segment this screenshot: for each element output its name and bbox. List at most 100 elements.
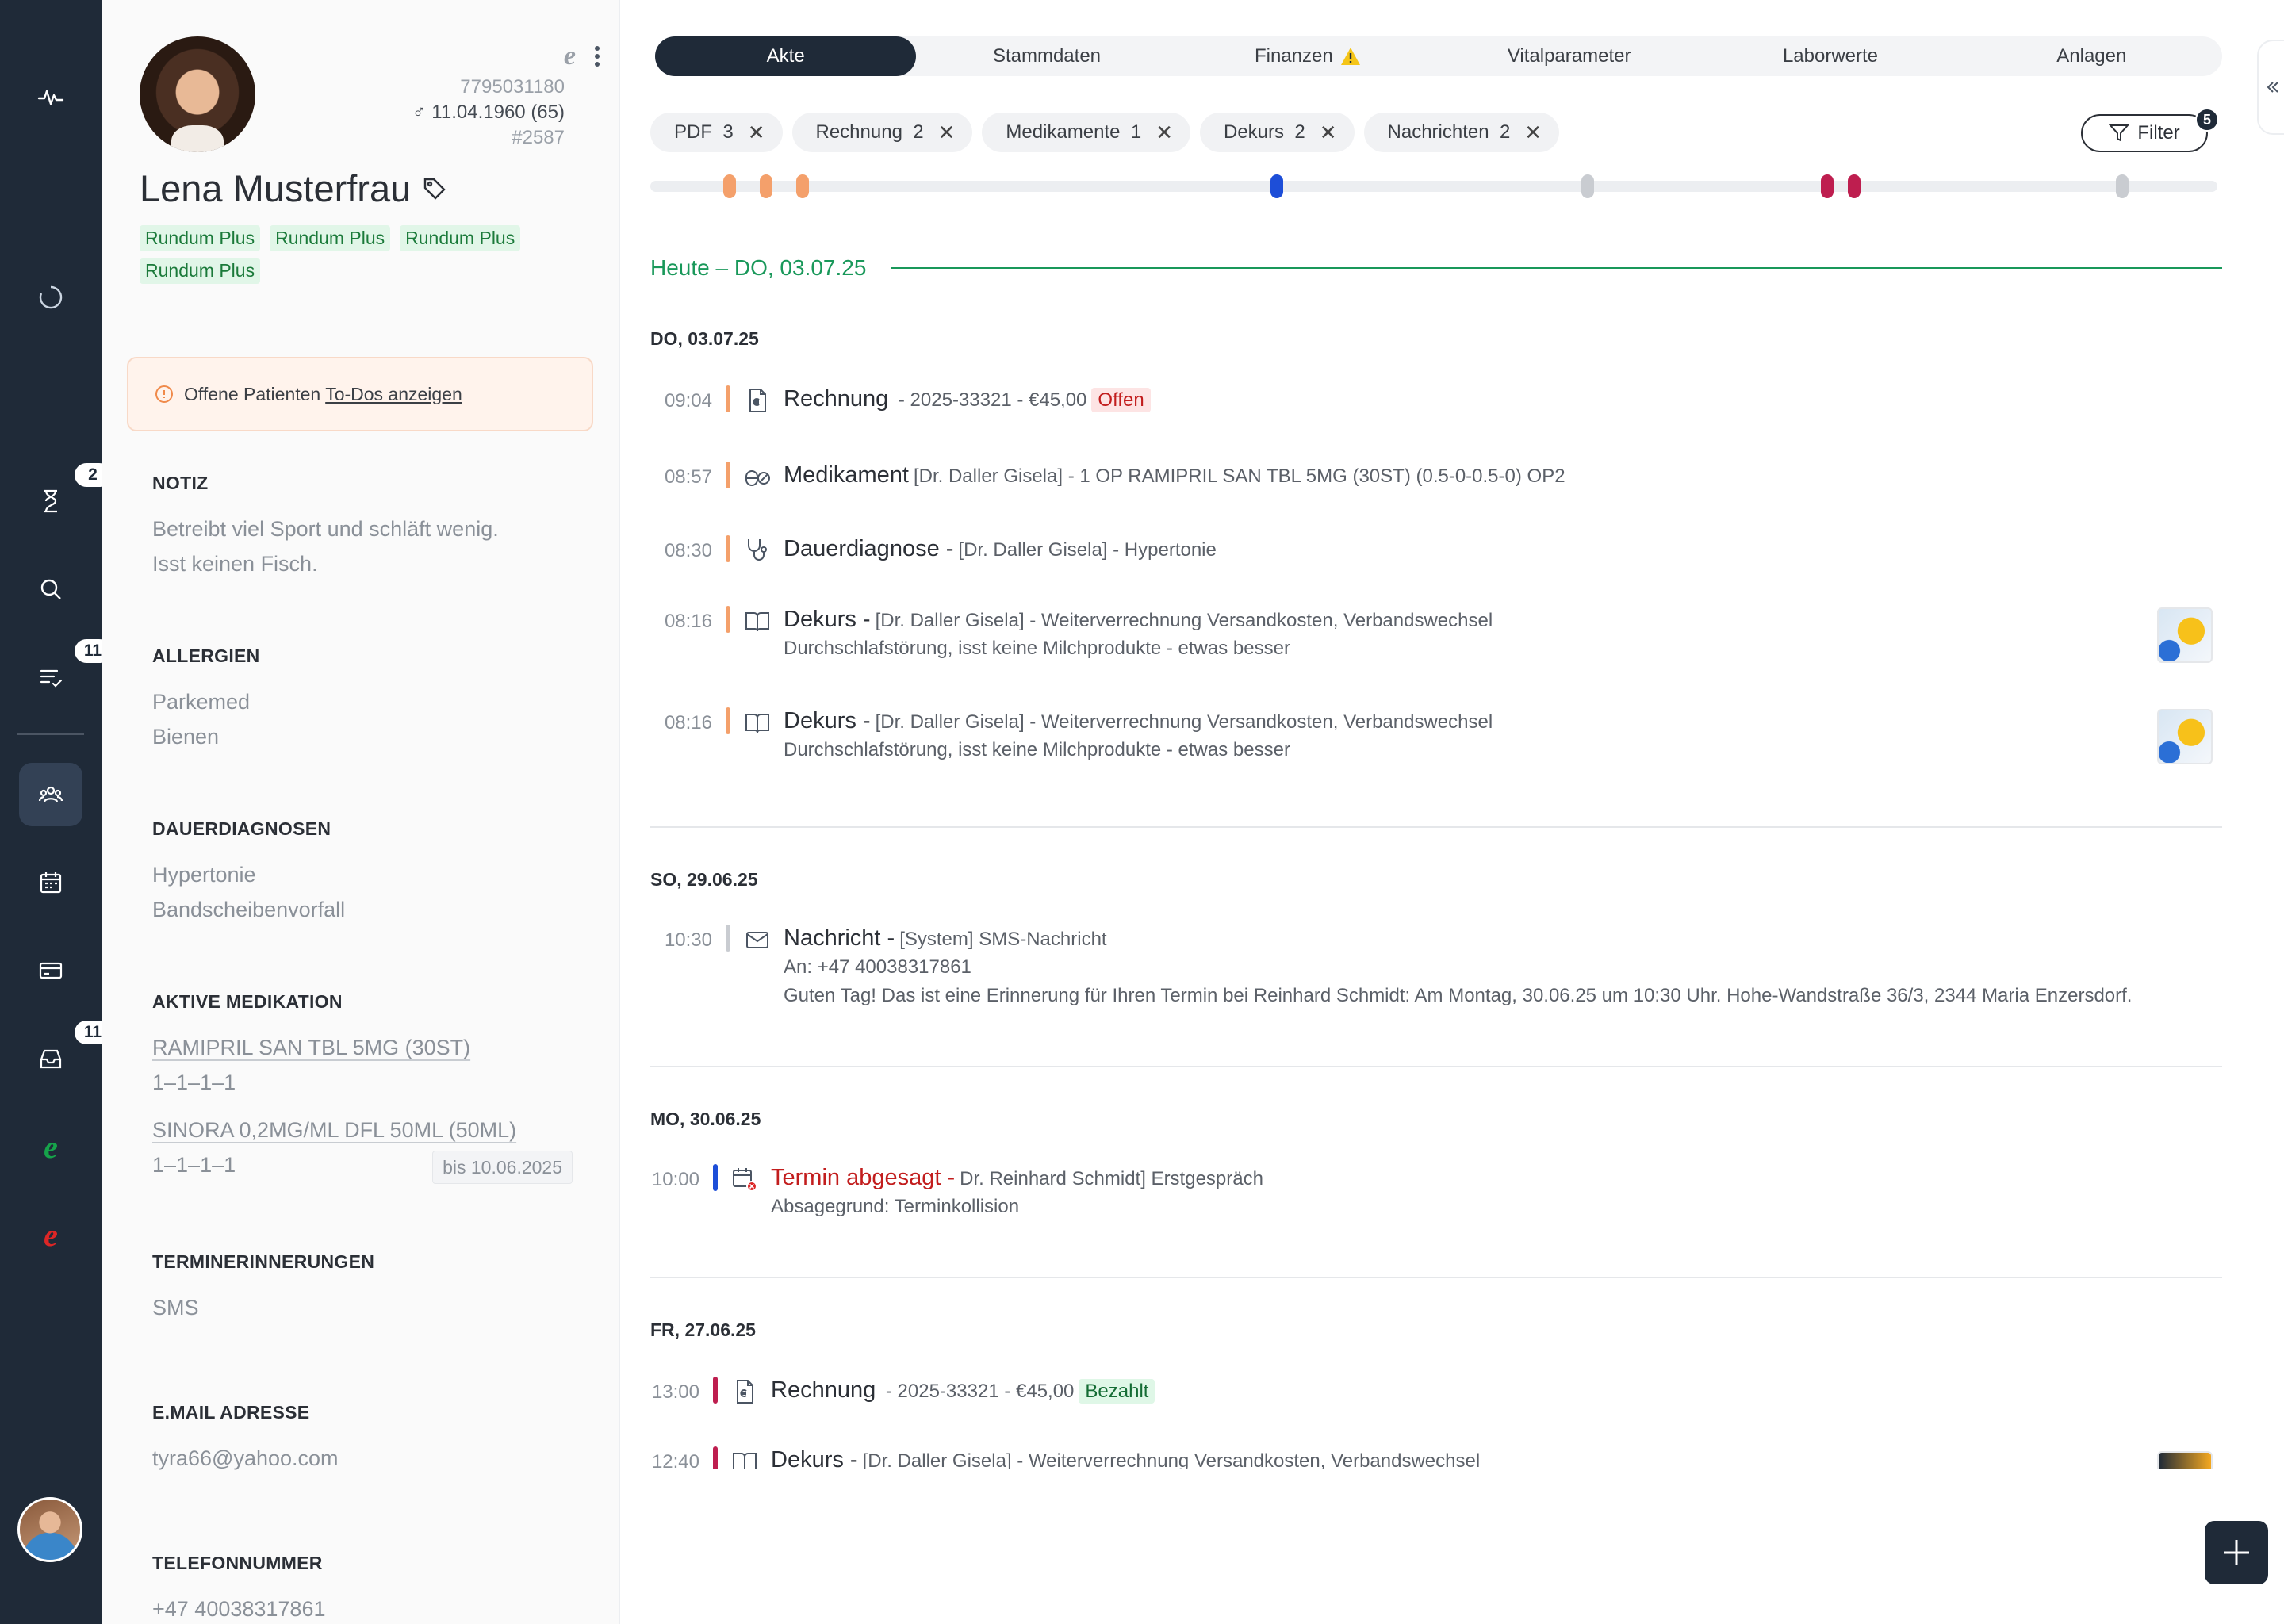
calendar-icon[interactable] <box>19 851 82 914</box>
chip-pdf[interactable]: PDF 3 ✕ <box>650 113 783 152</box>
entry-detail: Absagegrund: Terminkollision <box>771 1196 1020 1217</box>
filter-button[interactable]: Filter <box>2081 114 2208 152</box>
entry-time: 08:30 <box>664 540 712 561</box>
entry-color-bar <box>713 1446 718 1469</box>
entry-type: Medikament <box>784 462 909 488</box>
today-line <box>891 267 2222 269</box>
tab-akte[interactable]: Akte <box>655 36 917 76</box>
entry-time: 08:16 <box>664 611 712 632</box>
notiz-line: Betreibt viel Sport und schläft wenig. <box>152 517 499 541</box>
attachment-thumbnail[interactable] <box>2157 1451 2213 1469</box>
tab-stammdaten[interactable]: Stammdaten <box>916 36 1177 76</box>
entry-time: 10:00 <box>651 1169 699 1190</box>
medikation-section: AKTIVE MEDIKATION RAMIPRIL SAN TBL 5MG (… <box>152 991 573 1184</box>
e-card-green-icon[interactable]: e <box>19 1115 82 1178</box>
tab-bar: Akte Stammdaten Finanzen Vitalparameter … <box>655 36 2222 76</box>
tab-finanzen[interactable]: Finanzen <box>1178 36 1439 76</box>
chip-count: 1 <box>1130 121 1142 143</box>
medikation-title: AKTIVE MEDIKATION <box>152 991 343 1012</box>
pulse-logo-icon[interactable] <box>19 65 82 128</box>
attachment-thumbnail[interactable] <box>2157 607 2213 663</box>
timeline-marker[interactable] <box>1821 174 1834 198</box>
calendar-cancel-icon <box>733 1168 757 1192</box>
tag-badge: Rundum Plus <box>140 225 261 251</box>
entry-time: 13:00 <box>651 1381 699 1403</box>
billing-card-icon[interactable] <box>19 939 82 1002</box>
user-avatar[interactable] <box>17 1497 82 1562</box>
timeline-marker[interactable] <box>2116 174 2129 198</box>
day-header: SO, 29.06.25 <box>650 869 758 890</box>
patient-name: Lena Musterfrau <box>140 167 447 210</box>
tab-label: Vitalparameter <box>1507 45 1631 67</box>
timeline-marker[interactable] <box>723 174 736 198</box>
hourglass-icon[interactable]: 2 <box>19 463 111 533</box>
entry-time: 12:40 <box>651 1451 699 1469</box>
remove-chip-icon[interactable]: ✕ <box>1155 121 1173 145</box>
info-icon <box>155 385 173 403</box>
todo-link[interactable]: To-Dos anzeigen <box>325 384 462 404</box>
app-root: 2 11 11 e e e 7795031180 ♂ 11.04.1960 (6… <box>0 0 2284 1624</box>
patient-tags: Rundum Plus Rundum Plus Rundum Plus Rund… <box>140 225 552 284</box>
open-todos-banner[interactable]: Offene Patienten To-Dos anzeigen <box>127 357 593 431</box>
timeline-marker[interactable] <box>1581 174 1594 198</box>
tag-icon[interactable] <box>422 176 447 201</box>
tab-label: Akte <box>766 45 805 67</box>
tab-label: Anlagen <box>2056 45 2127 67</box>
tab-label: Stammdaten <box>992 45 1102 67</box>
tab-label: Finanzen <box>1254 45 1333 67</box>
add-entry-button[interactable] <box>2205 1521 2268 1584</box>
collapse-panel-button[interactable] <box>2257 40 2284 135</box>
chip-count: 3 <box>722 121 734 143</box>
entry-type: Nachricht - <box>784 925 895 951</box>
remove-chip-icon[interactable]: ✕ <box>1320 121 1337 145</box>
timeline-marker[interactable] <box>1848 174 1861 198</box>
chip-rechnung[interactable]: Rechnung 2 ✕ <box>791 113 973 152</box>
timeline-scrubber[interactable] <box>650 174 2217 198</box>
attachment-thumbnail[interactable] <box>2157 709 2213 764</box>
loading-spinner-icon <box>19 266 82 329</box>
search-icon[interactable] <box>19 557 82 621</box>
telefon-title: TELEFONNUMMER <box>152 1553 323 1573</box>
tab-anlagen[interactable]: Anlagen <box>1961 36 2222 76</box>
patients-icon[interactable] <box>19 763 82 826</box>
tasks-icon[interactable]: 11 <box>19 639 111 709</box>
allergy-item: Bienen <box>152 725 220 749</box>
chip-dekurs[interactable]: Dekurs 2 ✕ <box>1200 113 1355 152</box>
entry-type: Rechnung <box>771 1377 876 1403</box>
entry-recipient: An: +47 40038317861 <box>784 956 971 978</box>
envelope-icon <box>746 932 768 948</box>
tab-laborwerte[interactable]: Laborwerte <box>1700 36 1960 76</box>
day-header: FR, 27.06.25 <box>650 1320 756 1340</box>
entry-color-bar <box>726 606 730 633</box>
day-header: DO, 03.07.25 <box>650 328 759 349</box>
timeline-marker[interactable] <box>796 174 809 198</box>
telefon-value[interactable]: +47 40038317861 <box>152 1591 573 1624</box>
medication-dose: 1–1–1–1 <box>152 1153 236 1177</box>
email-value[interactable]: tyra66@yahoo.com <box>152 1441 573 1476</box>
medication-link[interactable]: RAMIPRIL SAN TBL 5MG (30ST) <box>152 1030 573 1065</box>
timeline-marker[interactable] <box>1270 174 1283 198</box>
funnel-icon <box>2109 124 2130 142</box>
email-section: E.MAIL ADRESSE tyra66@yahoo.com <box>152 1402 573 1476</box>
entry-text: [Dr. Daller Gisela] - Weiterverrechnung … <box>875 610 1493 631</box>
chip-medikamente[interactable]: Medikamente 1 ✕ <box>982 113 1190 152</box>
remove-chip-icon[interactable]: ✕ <box>1524 121 1542 145</box>
remove-chip-icon[interactable]: ✕ <box>938 121 956 145</box>
tab-vitalparameter[interactable]: Vitalparameter <box>1439 36 1700 76</box>
entry-text: - 2025-33321 - €45,00 <box>893 389 1087 411</box>
medication-link[interactable]: SINORA 0,2MG/ML DFL 50ML (50ML) <box>152 1113 573 1147</box>
day-divider <box>650 826 2222 828</box>
entry-time: 08:57 <box>664 466 712 488</box>
entry-type: Rechnung <box>784 386 889 412</box>
e-card-icon[interactable]: e <box>564 41 576 71</box>
timeline-marker[interactable] <box>760 174 772 198</box>
remove-chip-icon[interactable]: ✕ <box>748 121 765 145</box>
todo-text: Offene Patienten <box>184 383 326 404</box>
patient-name-text: Lena Musterfrau <box>140 167 412 209</box>
e-card-red-icon[interactable]: e <box>19 1203 82 1266</box>
dauerdiagnosen-title: DAUERDIAGNOSEN <box>152 818 331 839</box>
inbox-icon[interactable]: 11 <box>19 1021 111 1090</box>
chip-nachrichten[interactable]: Nachrichten 2 ✕ <box>1363 113 1560 152</box>
more-menu-icon[interactable] <box>593 44 601 68</box>
chip-label: PDF <box>674 121 712 143</box>
